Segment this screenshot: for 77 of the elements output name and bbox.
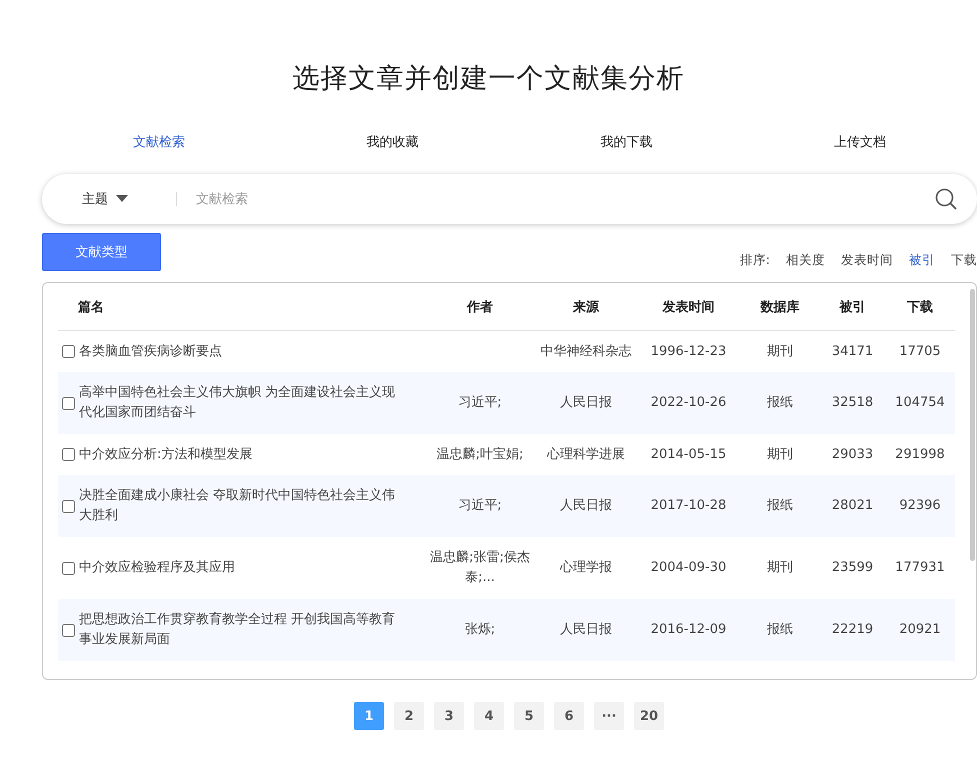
row-checkbox[interactable] <box>62 624 75 636</box>
table-cell-text: 习近平; <box>457 497 503 515</box>
table-cell-text: 张烁; <box>464 621 496 639</box>
row-checkbox[interactable] <box>62 345 75 358</box>
table-cell-text: 28021 <box>830 497 874 515</box>
table-cell-text: 20921 <box>898 621 942 639</box>
table-cell-text: 1996-12-23 <box>650 342 728 360</box>
page-button[interactable]: 5 <box>514 702 544 730</box>
page-button[interactable]: 2 <box>394 702 424 730</box>
table-cell-text: 中华神经科杂志 <box>540 342 632 360</box>
column-header: 篇名 <box>77 298 105 316</box>
table-cell-text: 期刊 <box>766 446 794 464</box>
table-cell-text: 104754 <box>894 394 946 412</box>
page-button[interactable]: 3 <box>434 702 464 730</box>
table-cell-text: 期刊 <box>766 342 794 360</box>
table-cell-text: 心理学报 <box>558 559 613 577</box>
article-title[interactable]: 中介效应分析:方法和模型发展 <box>79 444 272 464</box>
page-button[interactable]: 6 <box>554 702 584 730</box>
field-dropdown[interactable]: 主题 <box>82 190 176 208</box>
column-header: 被引 <box>838 298 866 316</box>
table-cell-text: 2014-05-15 <box>650 446 728 464</box>
article-title[interactable]: 决胜全面建成小康社会 夺取新时代中国特色社会主义伟大胜利 <box>79 486 425 526</box>
table-cell-text: 温忠麟;叶宝娟; <box>436 446 524 464</box>
row-checkbox[interactable] <box>62 448 75 461</box>
table-cell-text: 2017-10-28 <box>650 497 728 515</box>
table-cell-text: 92396 <box>898 497 942 515</box>
column-header: 数据库 <box>759 298 800 316</box>
table-cell-text: 报纸 <box>766 497 794 515</box>
page-button[interactable]: ··· <box>594 702 624 730</box>
column-header: 作者 <box>466 298 494 316</box>
table-cell-text: 人民日报 <box>559 497 613 515</box>
table-cell-text: 32518 <box>830 394 874 412</box>
table-cell-text: 心理科学进展 <box>546 446 626 464</box>
sort-option[interactable]: 发表时间 <box>841 251 893 269</box>
row-checkbox[interactable] <box>62 500 75 512</box>
nav-tab[interactable]: 我的下载 <box>510 128 744 158</box>
table-cell-text: 人民日报 <box>559 621 613 639</box>
nav-tab[interactable]: 上传文档 <box>743 128 977 158</box>
row-checkbox[interactable] <box>62 562 75 574</box>
search-icon[interactable] <box>935 188 957 210</box>
table-cell-text: 习近平; <box>457 394 503 412</box>
article-title[interactable]: 高举中国特色社会主义伟大旗帜 为全面建设社会主义现代化国家而团结奋斗 <box>79 383 425 423</box>
scrollbar[interactable] <box>970 289 975 561</box>
table-cell-text: 2022-10-26 <box>650 394 728 412</box>
document-type-button[interactable]: 文献类型 <box>42 233 161 271</box>
table-cell-text: 291998 <box>894 446 946 464</box>
table-cell-text: 17705 <box>898 342 942 360</box>
search-field[interactable]: 文献检索 <box>194 190 935 208</box>
sort-option[interactable]: 相关度 <box>786 251 825 269</box>
sort-option[interactable]: 被引 <box>909 251 935 269</box>
table-cell-text: 温忠麟;张雷;侯杰泰;... <box>429 549 531 587</box>
column-header: 来源 <box>572 298 600 316</box>
table-cell-text: 29033 <box>830 446 874 464</box>
table-cell-text: 人民日报 <box>559 394 613 412</box>
column-header: 下载 <box>906 298 934 316</box>
article-title[interactable]: 中介效应检验程序及其应用 <box>79 558 255 578</box>
column-header: 发表时间 <box>661 298 716 316</box>
page-button[interactable]: 20 <box>634 702 664 730</box>
row-checkbox[interactable] <box>62 396 75 410</box>
table-cell-text: 22219 <box>830 621 874 639</box>
nav-tab[interactable]: 文献检索 <box>42 128 276 158</box>
article-title[interactable]: 各类脑血管疾病诊断要点 <box>79 342 242 362</box>
page-title: 选择文章并创建一个文献集分析 <box>292 62 684 96</box>
table-cell-text: 177931 <box>894 559 946 577</box>
article-title[interactable]: 把思想政治工作贯穿教育教学全过程 开创我国高等教育事业发展新局面 <box>79 610 425 650</box>
table-cell-text: 2016-12-09 <box>650 621 728 639</box>
sort-label: 排序: <box>740 251 770 269</box>
table-cell-text: 报纸 <box>766 394 794 412</box>
table-cell-text: 2004-09-30 <box>650 559 728 577</box>
table-cell-text: 34171 <box>830 342 874 360</box>
page-button[interactable]: 4 <box>474 702 504 730</box>
caret-icon <box>116 195 128 203</box>
sort-option[interactable]: 下载 <box>951 251 977 269</box>
table-cell-text: 报纸 <box>766 621 794 639</box>
table-cell-text: 23599 <box>830 559 874 577</box>
table-cell-text: 期刊 <box>766 559 794 577</box>
nav-tab[interactable]: 我的收藏 <box>276 128 510 158</box>
